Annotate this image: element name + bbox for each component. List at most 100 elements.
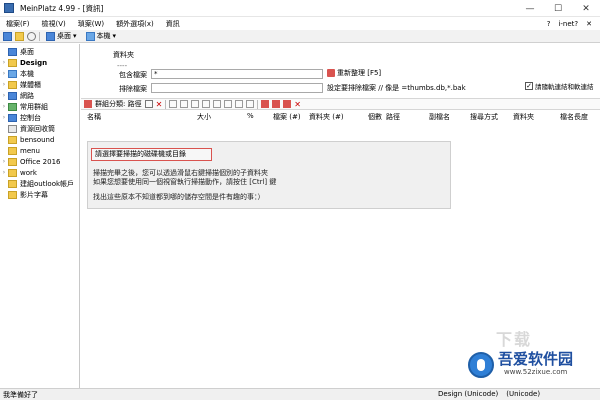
- follow-links-option[interactable]: ✓ 請隨軌連結和軟連結: [525, 81, 594, 91]
- swap-icon[interactable]: [272, 100, 281, 108]
- toolbar: 桌面 ▾ 本機 ▾: [0, 30, 600, 43]
- mdi-close-button[interactable]: ✕: [586, 20, 592, 28]
- maximize-button[interactable]: ☐: [544, 0, 572, 17]
- help-menu[interactable]: ?: [547, 20, 551, 28]
- column-size[interactable]: 大小: [197, 112, 211, 122]
- close-button[interactable]: ✕: [572, 0, 600, 17]
- folder-tree: 桌面 › Design › 本機 › 媒體櫃 › 網路 › 常用群組 › 控制台…: [0, 44, 80, 388]
- tree-item-label: 網路: [20, 91, 34, 100]
- view-icon[interactable]: [235, 100, 244, 108]
- toolbar-separator: [257, 99, 259, 109]
- include-files-label: 包含檔案: [119, 71, 147, 79]
- refresh-button[interactable]: 重新整理 [F5]: [327, 68, 381, 78]
- folder-icon: [8, 190, 17, 199]
- column-search-method[interactable]: 搜尋方式: [470, 112, 498, 122]
- delete-icon[interactable]: ✕: [294, 100, 301, 109]
- view-icon[interactable]: [224, 100, 233, 108]
- column-path[interactable]: 路徑: [386, 112, 400, 122]
- menu-info[interactable]: 資訊: [160, 19, 186, 29]
- computer-icon: [8, 69, 17, 78]
- window-controls: — ☐ ✕: [516, 0, 600, 17]
- tree-item-libraries[interactable]: › 媒體櫃: [0, 79, 79, 90]
- tree-item-label: 媒體櫃: [20, 80, 41, 89]
- column-percent[interactable]: %: [247, 112, 254, 120]
- refresh-icon[interactable]: [144, 100, 153, 108]
- include-files-input[interactable]: *: [151, 69, 323, 79]
- computer-icon: [85, 31, 95, 41]
- tree-item-homegroup[interactable]: › 常用群組: [0, 101, 79, 112]
- tree-item-office[interactable]: › Office 2016: [0, 156, 79, 167]
- grid-view-icon[interactable]: [3, 31, 12, 41]
- menu-bar: 檔案(F) 檢視(V) 瑣案(W) 額外選項(x) 資訊 ? i-net? ✕: [0, 17, 600, 30]
- status-right: Design (Unicode) (Unicode): [438, 390, 540, 398]
- tree-item-recycle-bin[interactable]: 資源回收筒: [0, 123, 79, 134]
- column-folder[interactable]: 資料夾: [513, 112, 534, 122]
- view-icon[interactable]: [191, 100, 200, 108]
- column-folder-count[interactable]: 資料夾 (#): [309, 112, 344, 122]
- column-extension[interactable]: 副檔名: [429, 112, 450, 122]
- location-combo[interactable]: 桌面 ▾: [43, 31, 80, 41]
- tree-item-network[interactable]: › 網路: [0, 90, 79, 101]
- tree-expander[interactable]: ›: [0, 114, 8, 121]
- tree-item-subtitles[interactable]: 影片字幕: [0, 189, 79, 200]
- settings-icon[interactable]: [27, 31, 36, 41]
- tree-item-this-pc[interactable]: › 本機: [0, 68, 79, 79]
- group-by-label[interactable]: 群組分類: 路徑: [95, 99, 142, 109]
- tree-expander[interactable]: ›: [0, 81, 8, 88]
- refresh-icon: [327, 69, 335, 77]
- open-folder-icon[interactable]: [15, 31, 24, 41]
- move-icon[interactable]: [283, 100, 292, 108]
- tree-item-menu[interactable]: menu: [0, 145, 79, 156]
- tree-item-desktop[interactable]: 桌面: [0, 46, 79, 57]
- app-icon: [4, 3, 14, 13]
- inet-menu[interactable]: i-net?: [558, 20, 578, 28]
- folder-icon: [8, 168, 17, 177]
- menu-extras[interactable]: 額外選項(x): [110, 19, 160, 29]
- column-file-count[interactable]: 檔案 (#): [273, 112, 301, 122]
- tree-expander[interactable]: ›: [0, 59, 8, 66]
- tree-expander[interactable]: ›: [0, 103, 8, 110]
- minimize-button[interactable]: —: [516, 0, 544, 17]
- tree-item-design[interactable]: › Design: [0, 57, 79, 68]
- send-icon[interactable]: [261, 100, 270, 108]
- tree-item-label: work: [20, 168, 37, 177]
- toolbar-separator: [39, 31, 40, 41]
- tree-expander[interactable]: ›: [0, 92, 8, 99]
- status-text: 我準備好了: [3, 390, 38, 399]
- tree-expander[interactable]: ›: [0, 158, 8, 165]
- tree-item-outlook[interactable]: 建組outlook帳戶: [0, 178, 79, 189]
- tree-item-label: 常用群組: [20, 102, 48, 111]
- tree-expander[interactable]: ›: [0, 70, 8, 77]
- view-icon[interactable]: [202, 100, 211, 108]
- column-name-length[interactable]: 檔名長度: [560, 112, 588, 122]
- menu-view[interactable]: 檢視(V): [36, 19, 72, 29]
- tree-expander[interactable]: ›: [0, 169, 8, 176]
- column-count[interactable]: 個數: [368, 112, 382, 122]
- select-drive-prompt[interactable]: 請選擇要掃描的磁碟機或目錄: [91, 148, 212, 161]
- folder-icon: [8, 58, 17, 67]
- close-icon[interactable]: ✕: [156, 100, 163, 109]
- view-combo[interactable]: 本機 ▾: [83, 31, 120, 41]
- view-icon[interactable]: [169, 100, 178, 108]
- section-title: 資料夾: [113, 51, 134, 59]
- folder-icon: [8, 135, 17, 144]
- follow-links-label: 請隨軌連結和軟連結: [535, 83, 594, 91]
- tree-item-control-panel[interactable]: › 控制台: [0, 112, 79, 123]
- view-icon[interactable]: [180, 100, 189, 108]
- menu-window[interactable]: 瑣案(W): [72, 19, 110, 29]
- menu-file[interactable]: 檔案(F): [0, 19, 36, 29]
- list-toolbar: 群組分類: 路徑 ✕ ✕: [81, 98, 600, 110]
- tree-item-label: 桌面: [20, 47, 34, 56]
- view-combo-label: 本機: [96, 32, 111, 40]
- column-name[interactable]: 名稱: [87, 112, 101, 122]
- exclude-files-input[interactable]: [151, 83, 323, 93]
- view-icon[interactable]: [213, 100, 222, 108]
- follow-links-checkbox[interactable]: ✓: [525, 82, 533, 90]
- group-icon[interactable]: [84, 100, 92, 108]
- tree-item-bensound[interactable]: bensound: [0, 134, 79, 145]
- tree-item-work[interactable]: › work: [0, 167, 79, 178]
- control-panel-icon: [8, 113, 17, 122]
- watermark: 下载 吾爱软件园 www.52zixue.com: [468, 326, 596, 386]
- desktop-folder-icon: [8, 47, 17, 56]
- view-icon[interactable]: [246, 100, 255, 108]
